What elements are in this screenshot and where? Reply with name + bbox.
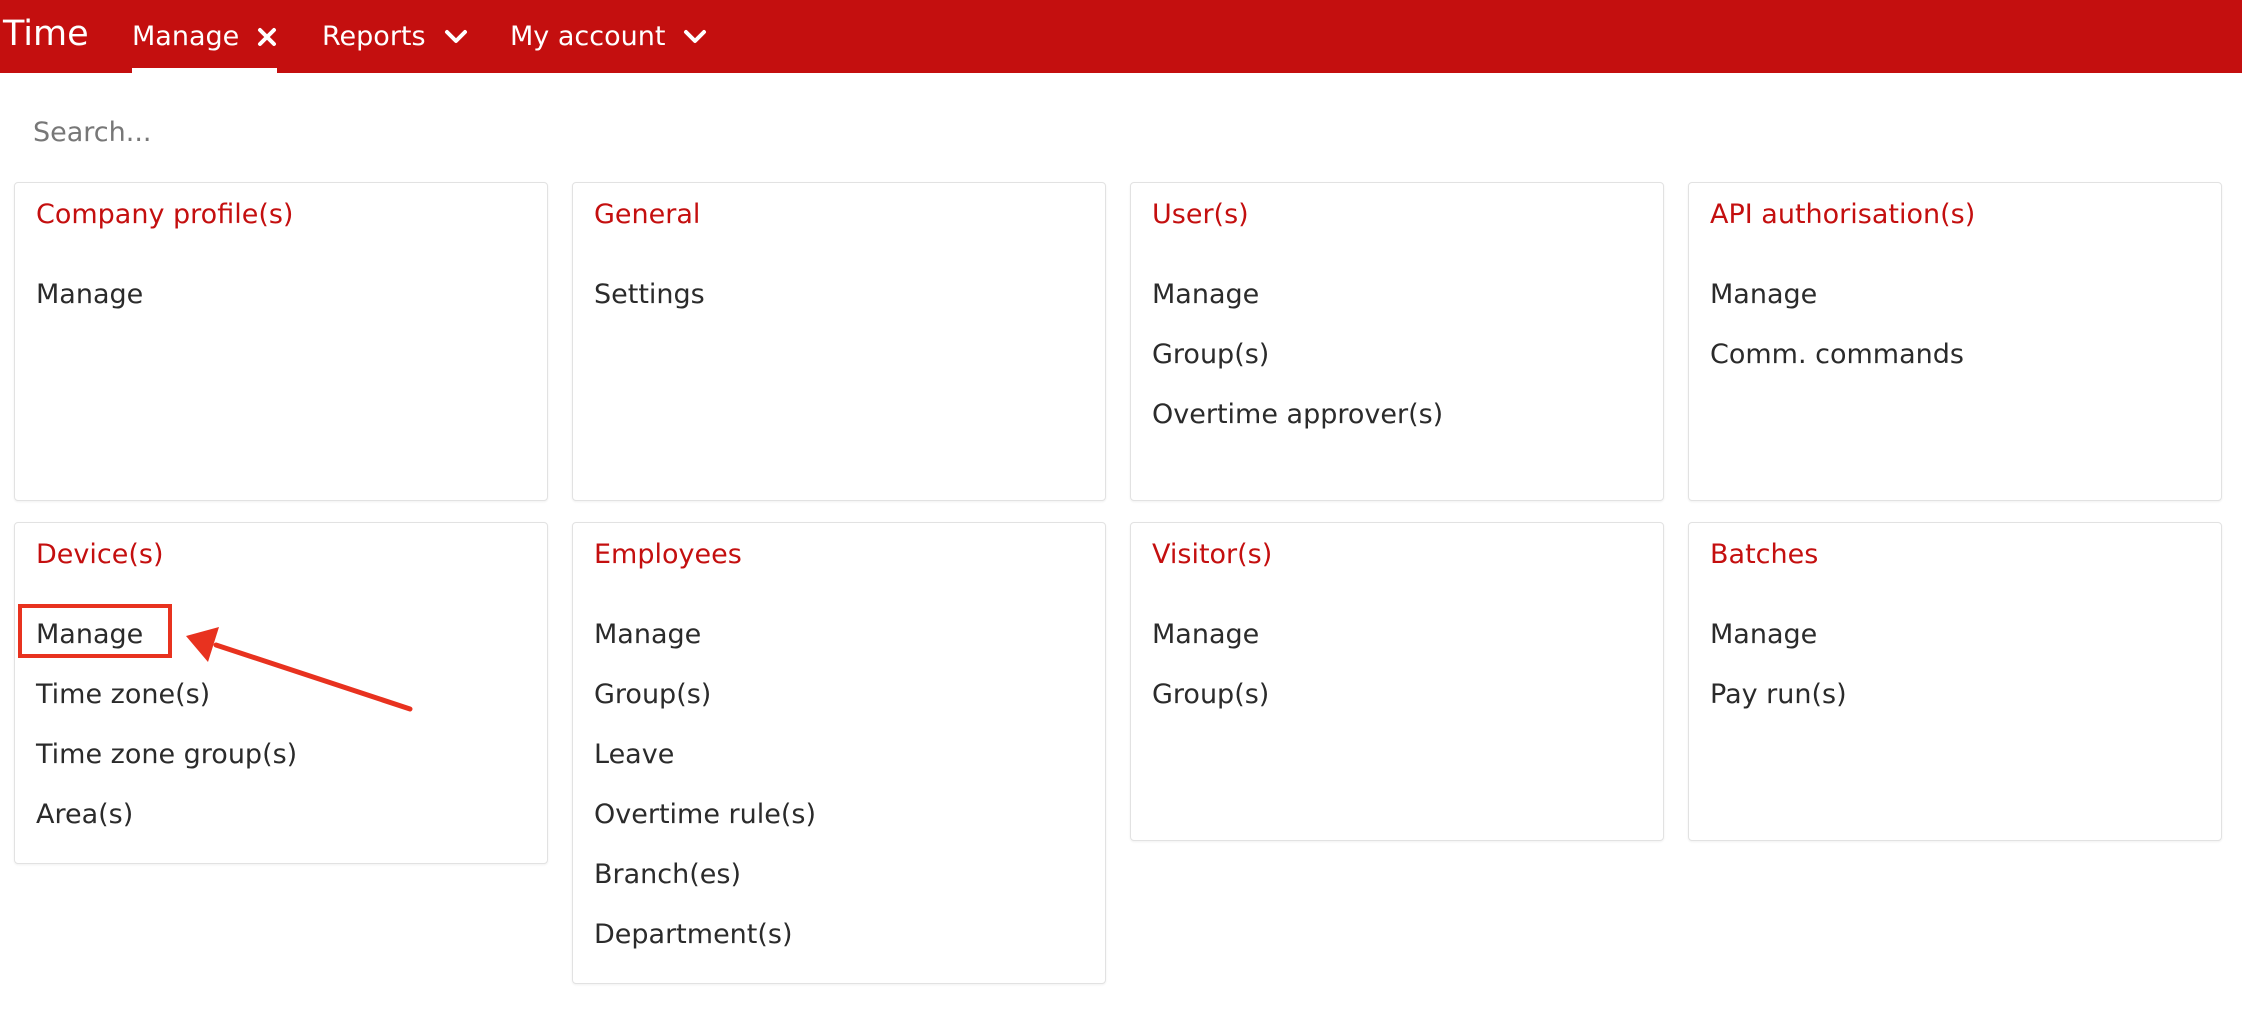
link-company-profiles-manage[interactable]: Manage xyxy=(36,275,143,315)
link-employees-leave[interactable]: Leave xyxy=(594,735,816,775)
nav-manage-label: Manage xyxy=(132,20,240,52)
nav-my-account-label: My account xyxy=(510,20,666,52)
link-api-comm-commands[interactable]: Comm. commands xyxy=(1710,335,1964,375)
link-employees-branches[interactable]: Branch(es) xyxy=(594,855,816,895)
card-title: Visitor(s) xyxy=(1152,539,1273,570)
card-title: Batches xyxy=(1710,539,1819,570)
link-employees-manage[interactable]: Manage xyxy=(594,615,816,655)
link-visitors-groups[interactable]: Group(s) xyxy=(1152,675,1269,715)
nav-reports[interactable]: Reports xyxy=(322,0,468,73)
link-employees-groups[interactable]: Group(s) xyxy=(594,675,816,715)
link-employees-overtime-rules[interactable]: Overtime rule(s) xyxy=(594,795,816,835)
link-users-groups[interactable]: Group(s) xyxy=(1152,335,1443,375)
link-api-manage[interactable]: Manage xyxy=(1710,275,1964,315)
app-title[interactable]: Time xyxy=(3,12,89,56)
card-visitors: Visitor(s) Manage Group(s) xyxy=(1130,522,1664,841)
link-batches-manage[interactable]: Manage xyxy=(1710,615,1847,655)
link-users-overtime-approvers[interactable]: Overtime approver(s) xyxy=(1152,395,1443,435)
link-users-manage[interactable]: Manage xyxy=(1152,275,1443,315)
link-devices-manage[interactable]: Manage xyxy=(36,615,297,655)
link-devices-areas[interactable]: Area(s) xyxy=(36,795,297,835)
card-users: User(s) Manage Group(s) Overtime approve… xyxy=(1130,182,1664,501)
card-title: API authorisation(s) xyxy=(1710,199,1976,230)
chevron-down-icon xyxy=(444,29,468,45)
search-input[interactable] xyxy=(14,108,1233,156)
card-general: General Settings xyxy=(572,182,1106,501)
card-api-authorisations: API authorisation(s) Manage Comm. comman… xyxy=(1688,182,2222,501)
nav-manage[interactable]: Manage xyxy=(132,0,278,73)
top-navigation-bar: Time Manage Reports My account xyxy=(0,0,2242,73)
link-devices-time-zone-groups[interactable]: Time zone group(s) xyxy=(36,735,297,775)
close-icon[interactable] xyxy=(257,27,277,47)
link-visitors-manage[interactable]: Manage xyxy=(1152,615,1269,655)
chevron-down-icon xyxy=(683,29,707,45)
card-title: General xyxy=(594,199,701,230)
link-general-settings[interactable]: Settings xyxy=(594,275,705,315)
nav-my-account[interactable]: My account xyxy=(510,0,707,73)
card-title: Employees xyxy=(594,539,742,570)
card-title: Device(s) xyxy=(36,539,164,570)
card-employees: Employees Manage Group(s) Leave Overtime… xyxy=(572,522,1106,984)
link-devices-time-zones[interactable]: Time zone(s) xyxy=(36,675,297,715)
link-batches-pay-runs[interactable]: Pay run(s) xyxy=(1710,675,1847,715)
card-title: User(s) xyxy=(1152,199,1249,230)
card-batches: Batches Manage Pay run(s) xyxy=(1688,522,2222,841)
link-employees-departments[interactable]: Department(s) xyxy=(594,915,816,955)
card-title: Company profile(s) xyxy=(36,199,294,230)
card-company-profiles: Company profile(s) Manage xyxy=(14,182,548,501)
card-devices: Device(s) Manage Time zone(s) Time zone … xyxy=(14,522,548,864)
nav-reports-label: Reports xyxy=(322,20,426,52)
